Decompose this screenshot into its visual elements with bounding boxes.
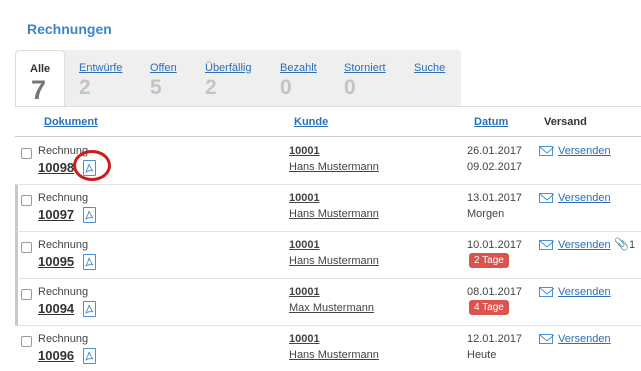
invoice-date: 13.01.2017 — [467, 192, 523, 204]
send-link[interactable]: Versenden — [558, 286, 611, 298]
table-row: Rechnung 10096 10001 Hans Mustermann 12.… — [15, 326, 641, 371]
column-kunde[interactable]: Kunde — [294, 116, 328, 128]
customer-name[interactable]: Hans Mustermann — [289, 161, 379, 173]
invoices-page: Rechnungen Alle 7 Entwürfe 2 Offen 5 Übe… — [0, 0, 641, 371]
attachment-count: 1 — [629, 239, 636, 251]
pdf-file-icon[interactable] — [83, 348, 96, 364]
tab-label: Offen — [150, 62, 177, 74]
invoice-date: 10.01.2017 — [467, 239, 523, 251]
row-checkbox[interactable] — [21, 242, 32, 253]
tab-count: 0 — [344, 76, 356, 99]
document-number[interactable]: 10098 — [38, 160, 74, 175]
tab-bezahlt[interactable]: Bezahlt 0 — [280, 50, 330, 107]
envelope-icon — [539, 334, 554, 344]
tab-label: Suche — [414, 62, 446, 74]
invoice-date: 12.01.2017 — [467, 333, 523, 345]
envelope-icon — [539, 146, 554, 156]
send-link[interactable]: Versenden — [558, 239, 611, 251]
table-row: Rechnung 10094 10001 Max Mustermann 08.0… — [15, 279, 641, 326]
tab-count: 2 — [79, 76, 91, 99]
customer-number[interactable]: 10001 — [289, 192, 320, 204]
customer-number[interactable]: 10001 — [289, 145, 320, 157]
send-link[interactable]: Versenden — [558, 333, 611, 345]
table-header: Dokument Kunde Datum Versand — [15, 107, 641, 137]
customer-name[interactable]: Hans Mustermann — [289, 349, 379, 361]
envelope-icon — [539, 193, 554, 203]
column-dokument[interactable]: Dokument — [44, 116, 98, 128]
pdf-file-icon[interactable] — [83, 301, 96, 317]
highlight-circle — [73, 150, 111, 181]
table-row: Rechnung 10098 10001 Hans Mustermann 26.… — [15, 138, 641, 185]
due-date: Morgen — [467, 208, 505, 220]
due-date: Heute — [467, 349, 497, 361]
tab-label: Bezahlt — [280, 62, 317, 74]
tab-count: 0 — [280, 76, 292, 99]
document-type: Rechnung — [38, 192, 89, 204]
envelope-icon — [539, 287, 554, 297]
paperclip-icon[interactable]: 📎 — [614, 237, 629, 251]
page-title: Rechnungen — [27, 21, 112, 37]
document-type: Rechnung — [38, 286, 89, 298]
due-date: 09.02.2017 — [467, 161, 523, 173]
tab-count: 2 — [205, 76, 217, 99]
row-checkbox[interactable] — [21, 289, 32, 300]
document-type: Rechnung — [38, 333, 89, 345]
column-versand: Versand — [544, 116, 587, 128]
tab-label: Entwürfe — [79, 62, 123, 74]
tab-count: 5 — [150, 76, 162, 99]
status-tabs: Alle 7 Entwürfe 2 Offen 5 Überfällig 2 B… — [15, 50, 461, 107]
overdue-badge: 4 Tage — [469, 300, 509, 315]
document-number[interactable]: 10095 — [38, 254, 74, 269]
tab-offen[interactable]: Offen 5 — [150, 50, 190, 107]
invoice-date: 26.01.2017 — [467, 145, 523, 157]
table-row: Rechnung 10097 10001 Hans Mustermann 13.… — [15, 185, 641, 232]
document-type: Rechnung — [38, 239, 89, 251]
tab-suche[interactable]: Suche — [414, 50, 454, 107]
customer-name[interactable]: Hans Mustermann — [289, 255, 379, 267]
invoice-date: 08.01.2017 — [467, 286, 523, 298]
customer-number[interactable]: 10001 — [289, 333, 320, 345]
tab-label: Alle — [30, 63, 51, 75]
document-number[interactable]: 10094 — [38, 301, 74, 316]
tab-alle[interactable]: Alle 7 — [15, 50, 65, 107]
tab-entwuerfe[interactable]: Entwürfe 2 — [79, 50, 139, 107]
overdue-badge: 2 Tage — [469, 253, 509, 268]
document-number[interactable]: 10097 — [38, 207, 74, 222]
pdf-file-icon[interactable] — [83, 254, 96, 270]
pdf-file-icon[interactable] — [83, 207, 96, 223]
row-checkbox[interactable] — [21, 336, 32, 347]
customer-number[interactable]: 10001 — [289, 286, 320, 298]
row-checkbox[interactable] — [21, 148, 32, 159]
customer-name[interactable]: Max Mustermann — [289, 302, 374, 314]
send-link[interactable]: Versenden — [558, 145, 611, 157]
table-row: Rechnung 10095 10001 Hans Mustermann 10.… — [15, 232, 641, 279]
customer-name[interactable]: Hans Mustermann — [289, 208, 379, 220]
customer-number[interactable]: 10001 — [289, 239, 320, 251]
column-datum[interactable]: Datum — [474, 116, 508, 128]
row-checkbox[interactable] — [21, 195, 32, 206]
document-number[interactable]: 10096 — [38, 348, 74, 363]
tab-count: 7 — [31, 75, 47, 105]
tab-storniert[interactable]: Storniert 0 — [344, 50, 394, 107]
envelope-icon — [539, 240, 554, 250]
tab-label: Storniert — [344, 62, 386, 74]
send-link[interactable]: Versenden — [558, 192, 611, 204]
tab-ueberfaellig[interactable]: Überfällig 2 — [205, 50, 265, 107]
tab-label: Überfällig — [205, 62, 252, 74]
